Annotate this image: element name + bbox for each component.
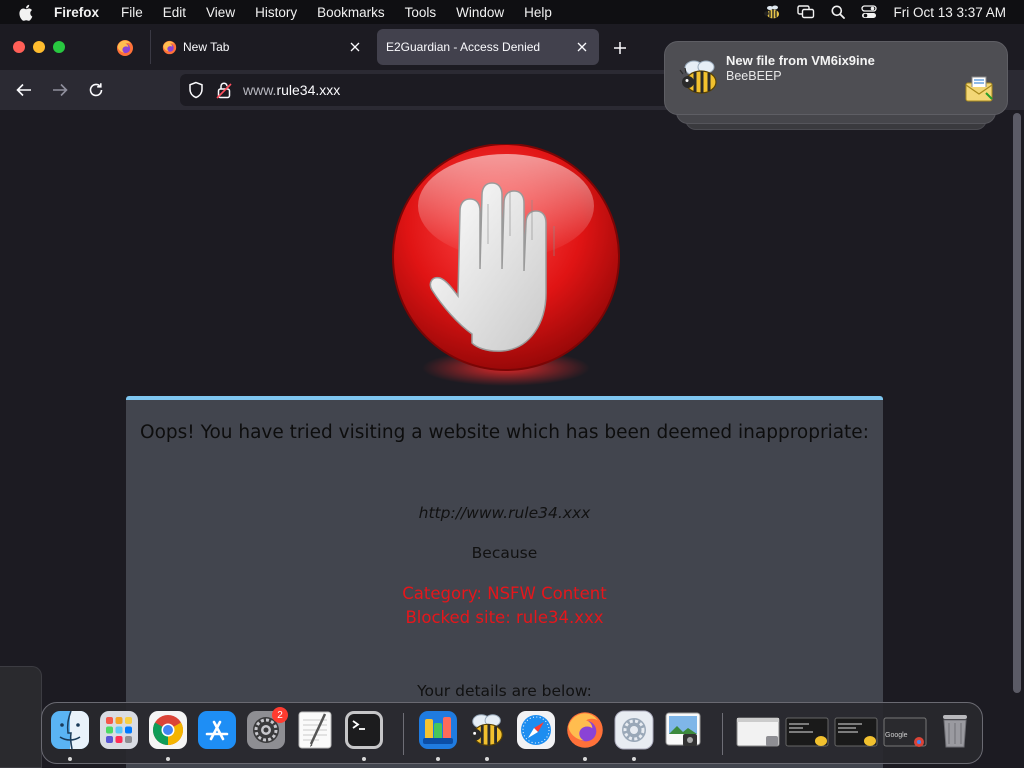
- url-host: rule34.xxx: [276, 82, 341, 98]
- dock-minimized-window-2[interactable]: [785, 710, 829, 750]
- menu-help[interactable]: Help: [524, 5, 552, 20]
- forward-button[interactable]: [50, 80, 70, 100]
- reload-icon: [89, 83, 103, 97]
- control-center-icon[interactable]: [861, 5, 878, 19]
- running-indicator: [166, 757, 170, 761]
- blocked-site: Blocked site: rule34.xxx: [405, 608, 604, 627]
- back-button[interactable]: [14, 80, 34, 100]
- close-tab-icon[interactable]: [347, 39, 363, 55]
- dock-terminal-icon[interactable]: [344, 710, 384, 750]
- menu-tools[interactable]: Tools: [405, 5, 437, 20]
- scrollbar-thumb[interactable]: [1013, 113, 1021, 693]
- menu-file[interactable]: File: [121, 5, 143, 20]
- dock-cloud-storage-icon[interactable]: [418, 710, 458, 750]
- dock-chrome-icon[interactable]: [148, 710, 188, 750]
- notification-badge: 2: [272, 707, 288, 723]
- new-tab-button[interactable]: [610, 38, 630, 58]
- reload-button[interactable]: [86, 80, 106, 100]
- dock-separator: [722, 713, 723, 755]
- firefox-icon: [117, 40, 133, 56]
- bee-icon: [679, 58, 721, 101]
- running-indicator: [68, 757, 72, 761]
- dock-launchpad-icon[interactable]: [99, 710, 139, 750]
- tab-separator: [150, 30, 151, 64]
- menu-window[interactable]: Window: [456, 5, 504, 20]
- notification-banner[interactable]: New file from VM6ix9ine BeeBEEP: [664, 41, 1008, 115]
- dock-minimized-window-3[interactable]: [834, 710, 878, 750]
- dock-preview-icon[interactable]: [663, 710, 703, 750]
- menu-view[interactable]: View: [206, 5, 235, 20]
- dock-finder-icon[interactable]: [50, 710, 90, 750]
- back-arrow-icon: [16, 83, 31, 97]
- tab-label: E2Guardian - Access Denied: [386, 40, 541, 54]
- dock-app-store-icon[interactable]: [197, 710, 237, 750]
- dock-system-settings-icon[interactable]: 2: [246, 707, 288, 750]
- window-thumb-label: Google: [885, 732, 908, 739]
- running-indicator: [362, 757, 366, 761]
- menu-edit[interactable]: Edit: [163, 5, 186, 20]
- plus-icon: [614, 42, 626, 54]
- notification-title: New file from VM6ix9ine: [726, 53, 875, 68]
- screen-mirroring-icon[interactable]: [797, 5, 815, 19]
- running-indicator: [583, 757, 587, 761]
- stop-hand-icon: [386, 143, 626, 394]
- dock-minimized-window-google[interactable]: Google: [883, 710, 927, 750]
- block-category: Category: NSFW Content: [402, 584, 607, 603]
- dock-network-utility-icon[interactable]: [614, 710, 654, 750]
- window-minimize-button[interactable]: [33, 41, 45, 53]
- app-menu-firefox[interactable]: Firefox: [54, 5, 99, 20]
- menu-bar: Firefox File Edit View History Bookmarks…: [0, 0, 1024, 24]
- menu-bookmarks[interactable]: Bookmarks: [317, 5, 385, 20]
- page-content: Oops! You have tried visiting a website …: [0, 110, 1010, 768]
- url-text[interactable]: www.rule34.xxx: [243, 82, 340, 98]
- forward-arrow-icon: [53, 83, 68, 97]
- details-heading: Your details are below:: [417, 682, 592, 700]
- spotlight-search-icon[interactable]: [831, 5, 846, 19]
- denied-headline: Oops! You have tried visiting a website …: [140, 422, 869, 443]
- dock-separator: [403, 713, 404, 755]
- because-label: Because: [471, 544, 538, 562]
- close-tab-icon[interactable]: [574, 39, 590, 55]
- dock-beebeep-icon[interactable]: [467, 710, 507, 750]
- menu-history[interactable]: History: [255, 5, 297, 20]
- firefox-icon: [162, 40, 177, 55]
- menu-bar-clock[interactable]: Fri Oct 13 3:37 AM: [893, 5, 1006, 20]
- window-close-button[interactable]: [13, 41, 25, 53]
- bee-status-icon[interactable]: [763, 4, 781, 20]
- dock: 2 Google: [41, 702, 983, 764]
- dock-safari-icon[interactable]: [516, 710, 556, 750]
- tab-new-tab[interactable]: New Tab: [154, 29, 372, 65]
- dock-minimized-window-1[interactable]: [736, 710, 780, 750]
- notification-app-name: BeeBEEP: [726, 69, 782, 83]
- envelope-icon: [964, 75, 994, 108]
- running-indicator: [632, 757, 636, 761]
- tab-access-denied[interactable]: E2Guardian - Access Denied: [377, 29, 599, 65]
- tracking-protection-shield-icon[interactable]: [188, 81, 204, 104]
- dock-firefox-icon[interactable]: [565, 710, 605, 750]
- window-zoom-button[interactable]: [53, 41, 65, 53]
- dock-textedit-icon[interactable]: [295, 710, 335, 750]
- running-indicator: [485, 757, 489, 761]
- tab-label: New Tab: [183, 40, 230, 54]
- blocked-url: http://www.rule34.xxx: [418, 504, 591, 522]
- running-indicator: [436, 757, 440, 761]
- url-prefix: www.: [243, 82, 277, 98]
- background-window-edge[interactable]: [0, 666, 42, 768]
- apple-menu-icon[interactable]: [18, 4, 34, 21]
- connection-lock-icon[interactable]: [216, 81, 232, 104]
- dock-trash-icon[interactable]: [935, 710, 975, 750]
- pinned-tab-firefox[interactable]: [114, 37, 136, 59]
